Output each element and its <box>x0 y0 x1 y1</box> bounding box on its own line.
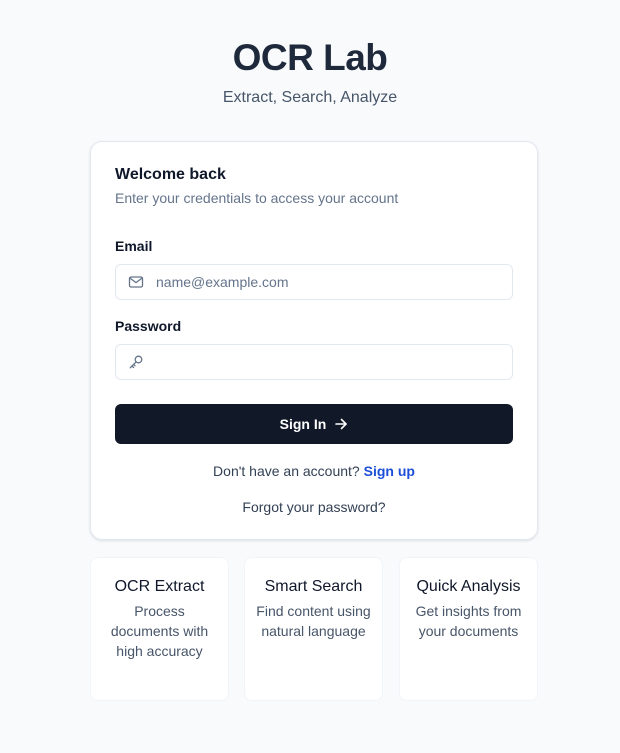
signup-prompt: Don't have an account? Sign up <box>91 462 537 480</box>
feature-title: Smart Search <box>264 578 363 595</box>
sign-in-button[interactable]: Sign In <box>115 404 513 444</box>
password-input[interactable] <box>156 345 512 379</box>
feature-description: Get insights from your documents <box>415 603 522 639</box>
email-input[interactable] <box>156 265 512 299</box>
sign-up-link[interactable]: Sign up <box>364 463 415 479</box>
sign-in-label: Sign In <box>279 416 327 432</box>
app-title: OCR Lab <box>232 37 388 78</box>
signup-prompt-text: Don't have an account? <box>213 463 360 479</box>
feature-card-quick-analysis: Quick Analysis Get insights from your do… <box>399 557 538 701</box>
email-label: Email <box>115 238 153 254</box>
key-icon <box>116 354 156 370</box>
forgot-password-link[interactable]: Forgot your password? <box>91 498 537 516</box>
card-description: Enter your credentials to access your ac… <box>115 190 399 206</box>
feature-title: OCR Extract <box>114 578 205 595</box>
arrow-right-icon <box>334 417 348 431</box>
feature-title: Quick Analysis <box>416 578 521 595</box>
email-field-wrapper <box>115 264 513 300</box>
card-title: Welcome back <box>115 166 226 183</box>
feature-description: Process documents with high accuracy <box>110 603 209 659</box>
feature-card-smart-search: Smart Search Find content using natural … <box>244 557 383 701</box>
feature-description: Find content using natural language <box>256 603 371 639</box>
login-card: Welcome back Enter your credentials to a… <box>90 141 538 540</box>
mail-icon <box>116 274 156 290</box>
password-label: Password <box>115 318 182 334</box>
app-subtitle: Extract, Search, Analyze <box>222 89 398 106</box>
password-field-wrapper <box>115 344 513 380</box>
feature-card-ocr-extract: OCR Extract Process documents with high … <box>90 557 229 701</box>
